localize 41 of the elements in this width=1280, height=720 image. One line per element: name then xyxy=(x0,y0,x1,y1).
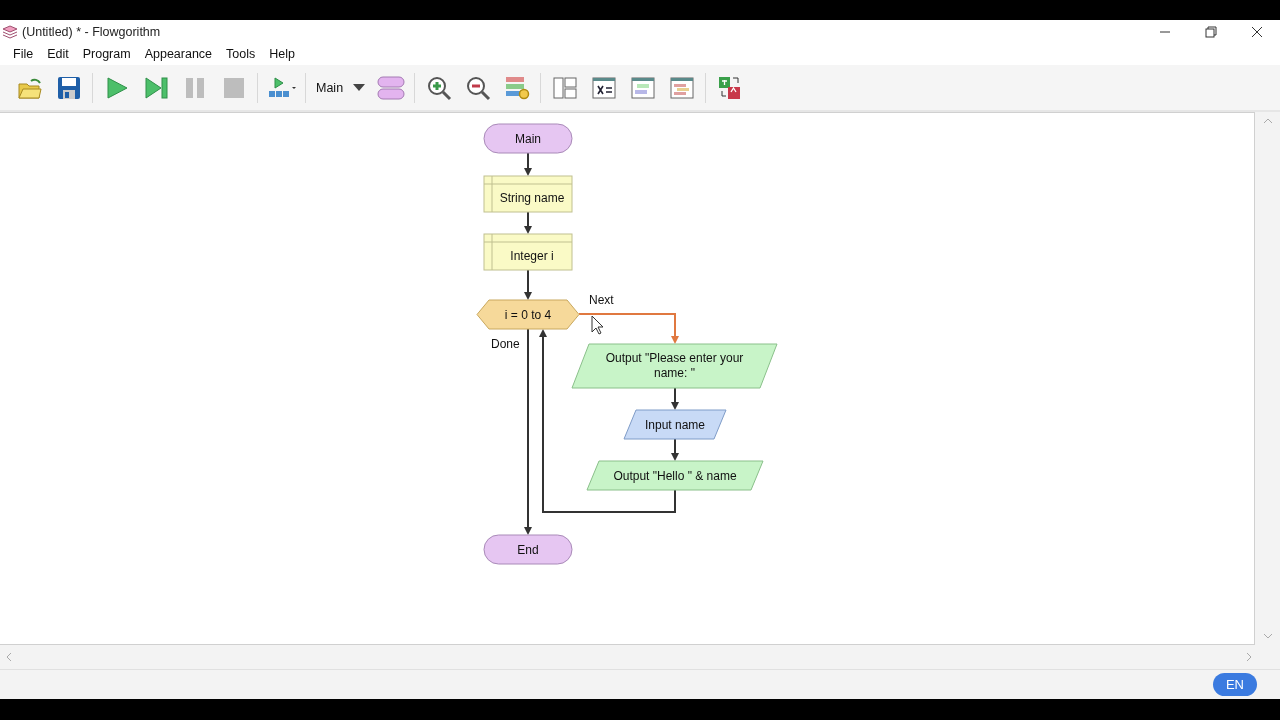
node-label: Input name xyxy=(645,417,705,432)
node-label: End xyxy=(517,542,539,557)
node-label: Output "Please enter your name: " xyxy=(604,351,745,381)
node-label: i = 0 to 4 xyxy=(504,307,552,322)
connector-arrow xyxy=(524,152,532,176)
functions-icon[interactable] xyxy=(375,74,406,101)
menu-item[interactable]: Help xyxy=(262,47,302,61)
connector-arrow xyxy=(524,269,532,300)
close-icon[interactable] xyxy=(1251,25,1263,38)
scroll-left-icon[interactable] xyxy=(6,652,12,662)
window-title: (Untitled) * - Flowgorithm xyxy=(22,24,162,39)
menu-item[interactable]: Edit xyxy=(40,47,76,61)
scroll-up-icon[interactable] xyxy=(1262,118,1273,124)
menu-item[interactable]: File xyxy=(6,47,41,61)
step-icon[interactable] xyxy=(142,74,169,101)
node-label: String name xyxy=(499,190,565,206)
function-dropdown[interactable]: Main xyxy=(310,72,372,103)
language-indicator[interactable]: EN xyxy=(1212,673,1257,696)
restore-icon[interactable] xyxy=(1205,25,1217,38)
caret-icon xyxy=(353,83,366,92)
menu-item[interactable]: Tools xyxy=(219,47,263,61)
zoom-out-icon[interactable] xyxy=(464,74,491,101)
style-settings-icon[interactable] xyxy=(503,74,530,101)
node-label: Output "Hello " & name xyxy=(613,468,737,483)
menu-item[interactable]: Program xyxy=(75,47,138,61)
chart-window-icon[interactable] xyxy=(668,74,695,101)
zoom-in-icon[interactable] xyxy=(425,74,452,101)
translate-icon[interactable] xyxy=(716,74,743,101)
layout-icon[interactable] xyxy=(551,74,578,101)
scroll-right-icon[interactable] xyxy=(1246,652,1252,662)
loop-next-label: Next xyxy=(589,293,614,307)
scroll-down-icon[interactable] xyxy=(1262,633,1273,639)
console-window-icon[interactable] xyxy=(629,74,656,101)
mouse-pointer-icon xyxy=(591,315,604,335)
menu-item[interactable]: Appearance xyxy=(137,47,220,61)
node-label: Integer i xyxy=(510,248,554,264)
node-label: Main xyxy=(515,131,541,146)
variables-window-icon[interactable] xyxy=(590,74,617,101)
save-icon[interactable] xyxy=(55,74,82,101)
loop-done-label: Done xyxy=(491,337,520,351)
app-icon xyxy=(2,24,18,39)
